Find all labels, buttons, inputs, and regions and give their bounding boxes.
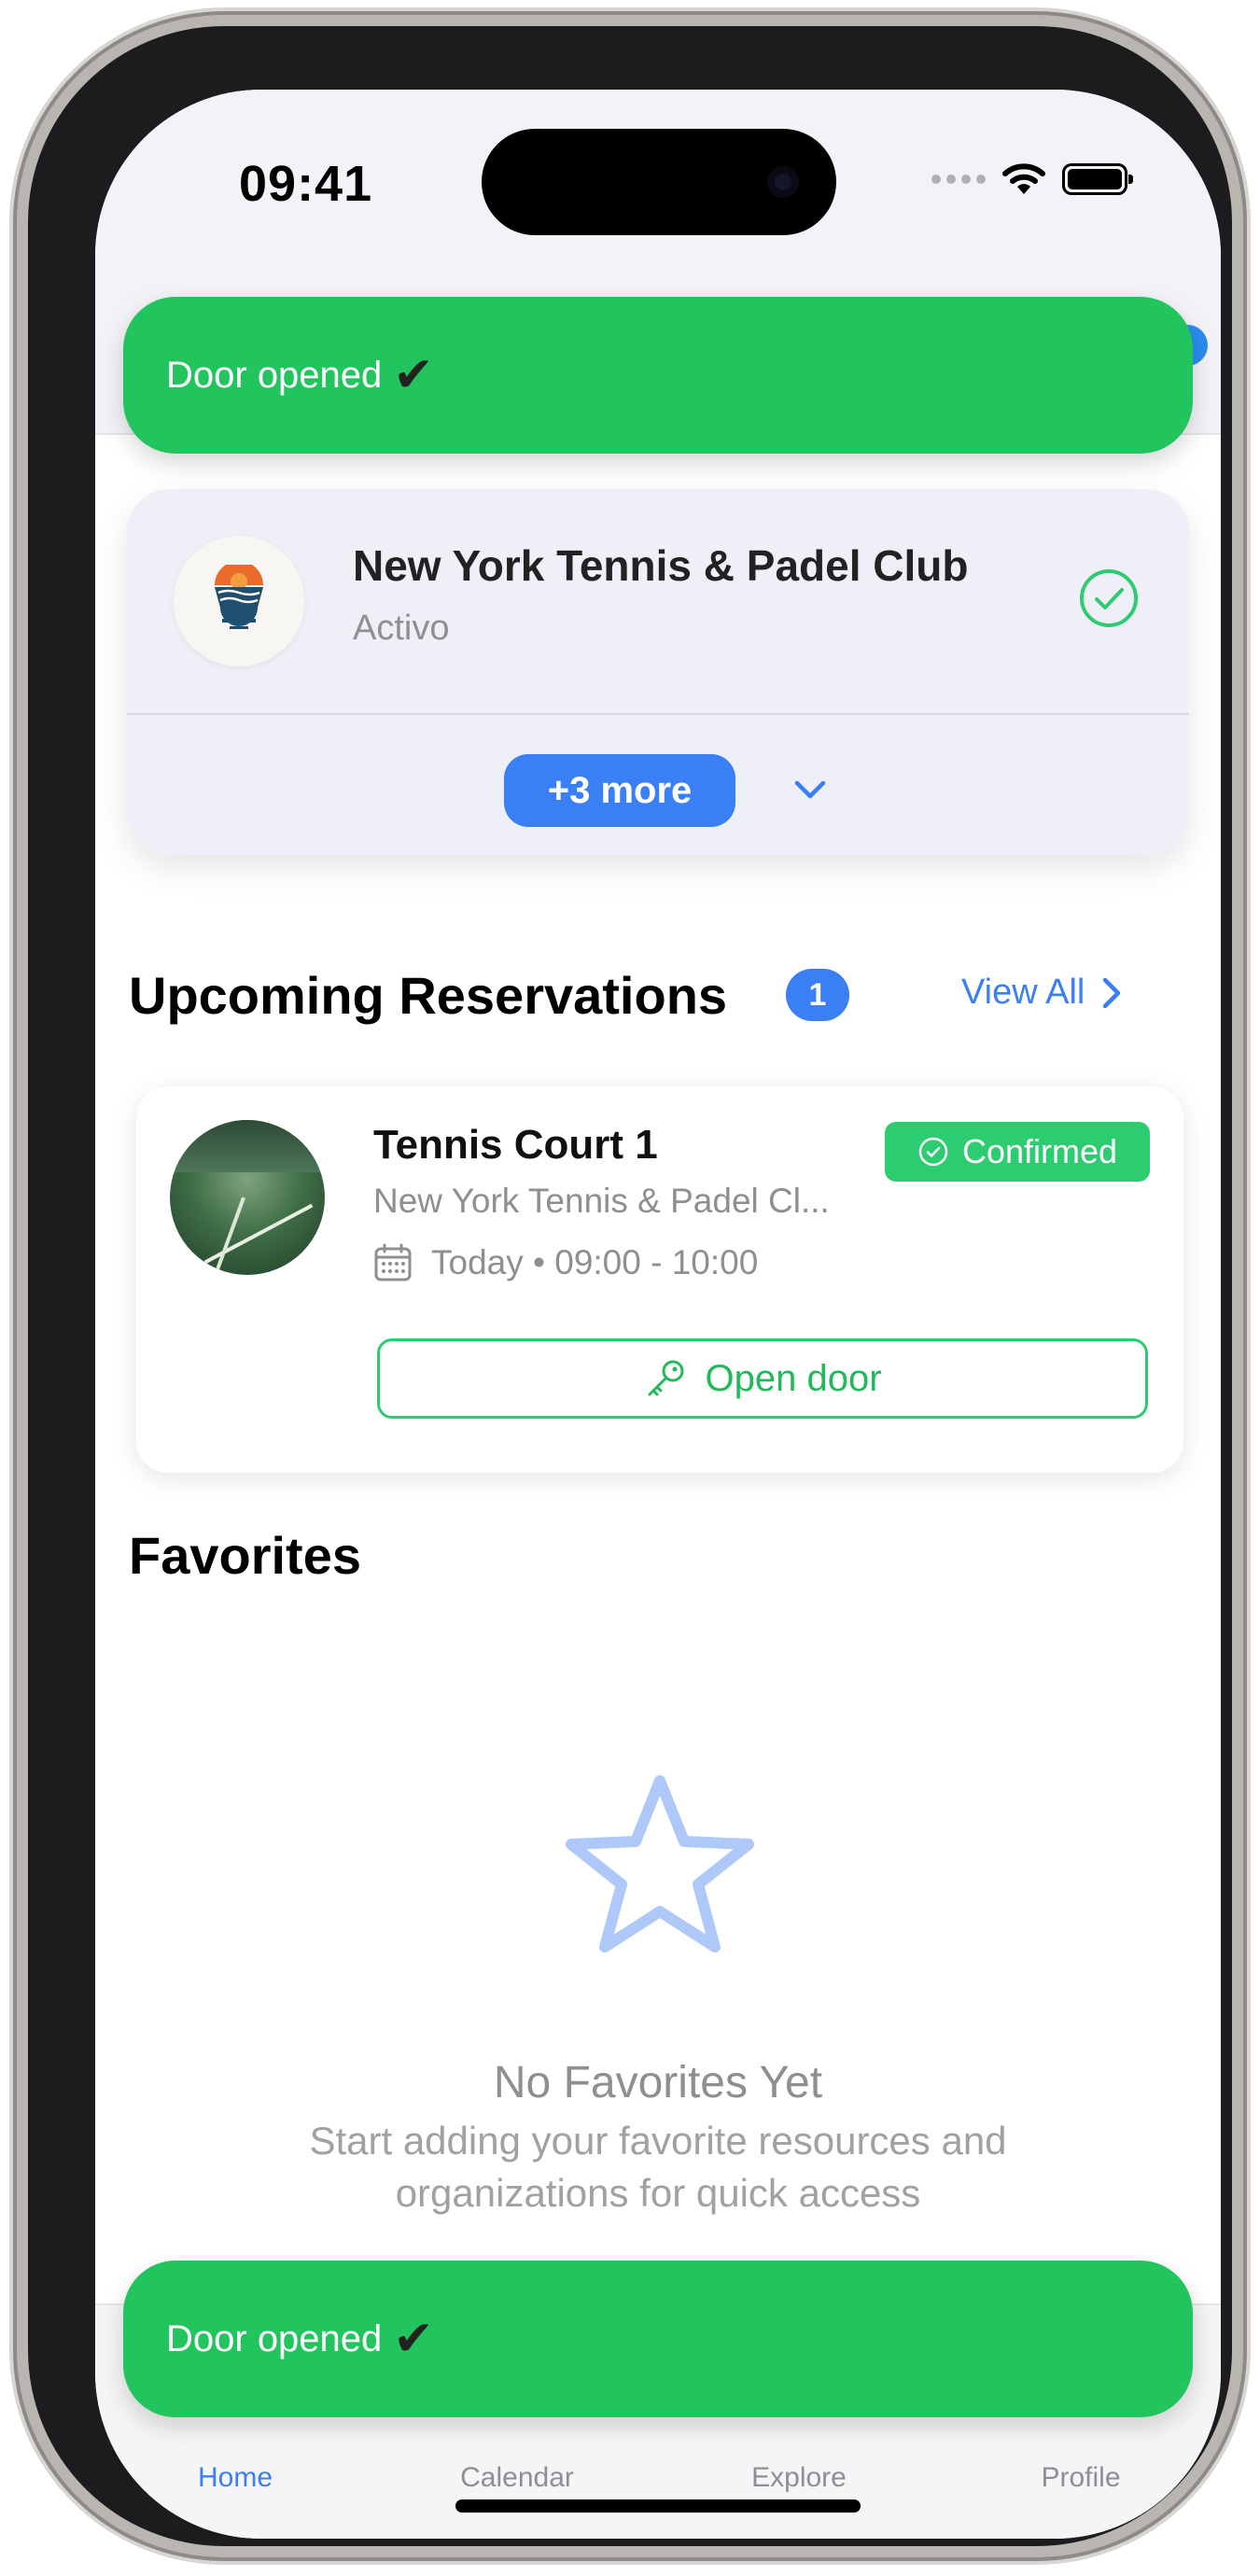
status-time: 09:41 [239, 156, 373, 212]
court-thumbnail [170, 1120, 325, 1275]
view-all-label: View All [961, 973, 1085, 1012]
check-circle-icon [918, 1137, 948, 1167]
status-icons [931, 162, 1133, 196]
volume-up-button [17, 422, 26, 526]
action-button [17, 299, 26, 385]
tab-explore[interactable]: Explore [751, 2462, 847, 2494]
reservation-when-text: Today • 09:00 - 10:00 [431, 1243, 759, 1281]
toast-message: Door opened [166, 354, 383, 396]
reservation-time: Today • 09:00 - 10:00 [373, 1243, 758, 1282]
tab-profile[interactable]: Profile [1041, 2462, 1120, 2494]
selected-check-icon [1080, 569, 1138, 627]
chevron-down-icon[interactable] [790, 769, 831, 810]
upcoming-reservations-title: Upcoming Reservations [129, 966, 728, 1025]
status-badge: Confirmed [885, 1122, 1150, 1182]
reservations-count-badge: 1 [786, 969, 849, 1021]
volume-down-button [17, 560, 26, 665]
view-all-link[interactable]: View All [961, 973, 1122, 1013]
dynamic-island [482, 129, 836, 235]
empty-favorites-title: No Favorites Yet [493, 2058, 823, 2107]
empty-favorites-text: Start adding your favorite resources and… [309, 2119, 1007, 2215]
battery-icon [1062, 163, 1133, 195]
open-door-button[interactable]: Open door [377, 1338, 1148, 1419]
star-icon [566, 1775, 754, 1953]
club-logo [174, 536, 304, 666]
tab-calendar[interactable]: Calendar [460, 2462, 574, 2494]
cellular-signal-icon [931, 175, 986, 184]
organization-card[interactable]: New York Tennis & Padel Club Activo +3 m… [127, 489, 1189, 855]
status-badge-label: Confirmed [961, 1132, 1118, 1170]
favorites-title: Favorites [129, 1526, 361, 1585]
more-organizations-button[interactable]: +3 more [504, 754, 735, 827]
reservation-organization: New York Tennis & Padel Cl... [373, 1182, 830, 1220]
tab-home[interactable]: Home [198, 2462, 273, 2494]
checkmark-icon: ✔ [393, 2312, 434, 2366]
club-name: New York Tennis & Padel Club [353, 541, 969, 590]
phone-frame: 09:41 Door opened ✔ New York Tennis & Pa… [28, 26, 1232, 2546]
card-divider [127, 713, 1189, 715]
checkmark-icon: ✔ [393, 348, 434, 402]
toast-message: Door opened [166, 2317, 383, 2359]
wifi-icon [1002, 163, 1045, 194]
toast-door-opened-bottom: Door opened ✔ [123, 2261, 1193, 2417]
open-door-label: Open door [705, 1357, 882, 1399]
toast-door-opened-top: Door opened ✔ [123, 297, 1193, 454]
chevron-right-icon [1103, 977, 1121, 1008]
camera-icon [767, 166, 799, 198]
key-icon [648, 1360, 684, 1396]
club-logo-emblem [215, 565, 263, 629]
reservation-title: Tennis Court 1 [373, 1122, 658, 1168]
calendar-icon [374, 1243, 412, 1281]
power-button [1234, 459, 1243, 627]
phone-screen: 09:41 Door opened ✔ New York Tennis & Pa… [95, 90, 1221, 2539]
reservation-card[interactable]: Tennis Court 1 New York Tennis & Padel C… [136, 1086, 1183, 1473]
club-status: Activo [353, 609, 450, 648]
home-indicator[interactable] [455, 2499, 861, 2513]
